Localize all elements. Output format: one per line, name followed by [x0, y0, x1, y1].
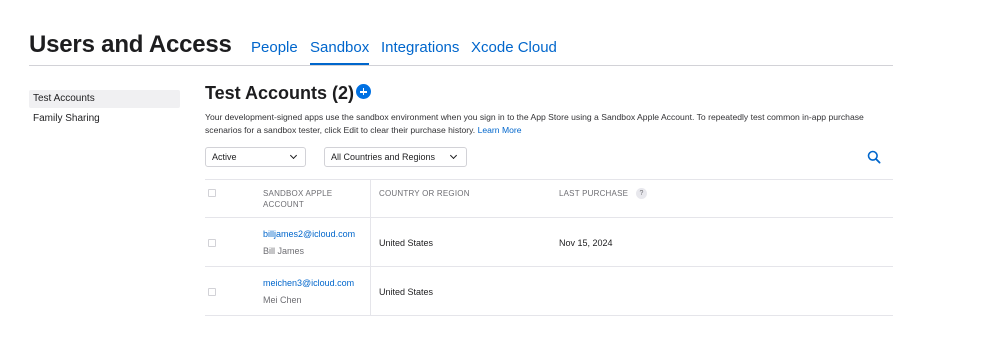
table-header-row: SANDBOX APPLE ACCOUNT COUNTRY OR REGION …	[205, 180, 893, 218]
tab-xcode-cloud[interactable]: Xcode Cloud	[471, 39, 557, 57]
account-email-link[interactable]: meichen3@icloud.com	[263, 277, 354, 289]
country-filter-select[interactable]: All Countries and Regions	[324, 147, 467, 167]
test-accounts-table: SANDBOX APPLE ACCOUNT COUNTRY OR REGION …	[205, 179, 893, 316]
country-filter-value: All Countries and Regions	[331, 152, 436, 162]
tab-sandbox[interactable]: Sandbox	[310, 39, 370, 65]
chevron-down-icon	[289, 151, 298, 160]
help-icon[interactable]: ?	[636, 188, 647, 199]
status-filter-value: Active	[212, 152, 237, 162]
description-body: Your development-signed apps use the san…	[205, 112, 864, 135]
account-country: United States	[379, 287, 434, 297]
account-name: Mei Chen	[263, 295, 302, 305]
table-row: meichen3@icloud.com Mei Chen United Stat…	[205, 267, 893, 316]
description-text: Your development-signed apps use the san…	[205, 111, 893, 137]
account-email-link[interactable]: billjames2@icloud.com	[263, 228, 355, 240]
account-last-purchase: Nov 15, 2024	[559, 238, 613, 248]
sidebar-item-test-accounts[interactable]: Test Accounts	[29, 90, 180, 108]
learn-more-link[interactable]: Learn More	[478, 125, 522, 135]
column-header-country[interactable]: COUNTRY OR REGION	[379, 188, 470, 199]
column-header-account[interactable]: SANDBOX APPLE ACCOUNT	[263, 188, 358, 210]
page-title: Users and Access	[29, 31, 232, 58]
page-header: Users and Access People Sandbox Integrat…	[29, 31, 893, 66]
status-filter-select[interactable]: Active	[205, 147, 306, 167]
chevron-down-icon	[449, 151, 458, 160]
tab-people[interactable]: People	[251, 39, 298, 57]
tab-integrations[interactable]: Integrations	[381, 39, 459, 57]
row-checkbox[interactable]	[208, 288, 216, 296]
section-title: Test Accounts (2)	[205, 83, 355, 103]
account-country: United States	[379, 238, 434, 248]
column-header-last-purchase[interactable]: LAST PURCHASE	[559, 188, 628, 199]
sidebar: Test Accounts Family Sharing	[29, 90, 180, 130]
account-name: Bill James	[263, 246, 305, 256]
select-all-checkbox[interactable]	[208, 189, 216, 197]
sidebar-item-family-sharing[interactable]: Family Sharing	[29, 110, 180, 128]
row-checkbox[interactable]	[208, 239, 216, 247]
table-row: billjames2@icloud.com Bill James United …	[205, 218, 893, 267]
add-test-account-icon[interactable]	[356, 84, 371, 99]
search-icon[interactable]	[867, 150, 881, 164]
